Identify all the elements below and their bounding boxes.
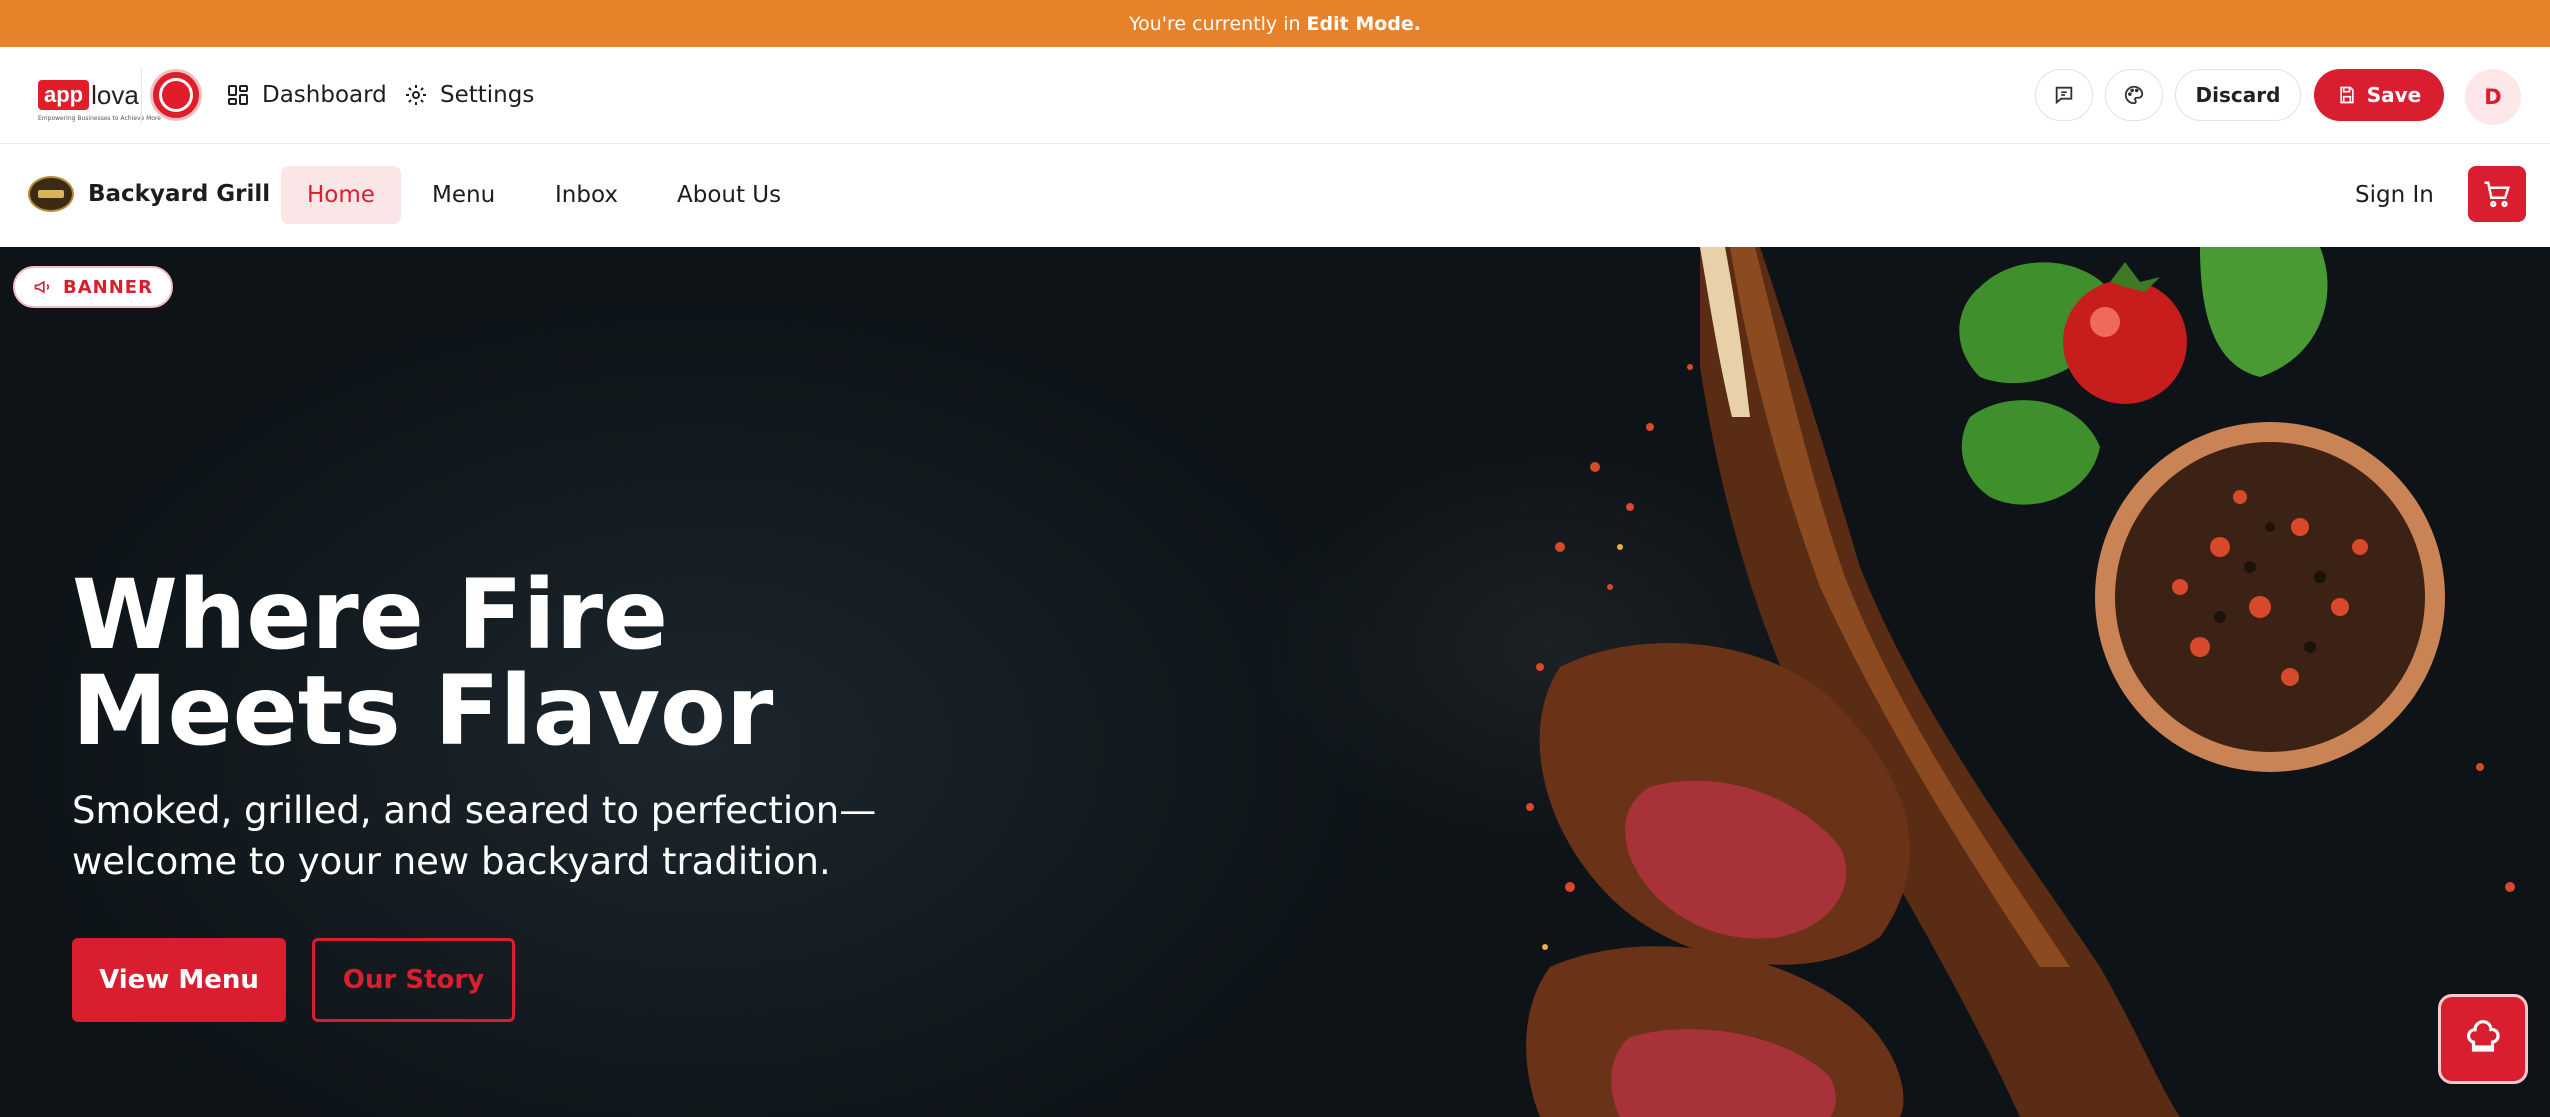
applova-logo-box: app xyxy=(38,80,90,110)
hero-subtitle: Smoked, grilled, and seared to perfectio… xyxy=(72,785,972,887)
save-label: Save xyxy=(2366,83,2422,107)
backyard-grill-logo xyxy=(28,176,74,212)
site-navigation: Backyard Grill Home Menu Inbox About Us … xyxy=(0,144,2550,247)
feedback-button[interactable] xyxy=(2035,69,2093,121)
dashboard-label: Dashboard xyxy=(262,82,387,108)
applova-logo[interactable]: app lova Empowering Businesses to Achiev… xyxy=(38,77,161,122)
restaurant-logo-ring xyxy=(159,78,193,112)
dashboard-icon xyxy=(228,85,248,105)
settings-label: Settings xyxy=(440,82,535,108)
cart-icon xyxy=(2484,181,2510,208)
banner-section-tag[interactable]: BANNER xyxy=(13,266,173,308)
site-brand[interactable]: Backyard Grill xyxy=(28,176,270,212)
applova-logo-text: lova xyxy=(91,79,139,110)
feedback-icon xyxy=(2055,86,2073,105)
hero-subtitle-line-2: welcome to your new backyard tradition. xyxy=(72,840,831,883)
nav-item-inbox[interactable]: Inbox xyxy=(529,166,644,224)
dashboard-link[interactable]: Dashboard xyxy=(226,77,387,113)
megaphone-icon xyxy=(34,280,50,294)
theme-button[interactable] xyxy=(2105,69,2163,121)
palette-icon xyxy=(2124,85,2144,105)
cart-button[interactable] xyxy=(2468,166,2526,222)
user-avatar[interactable]: D xyxy=(2465,69,2521,125)
gear-icon xyxy=(406,85,426,105)
hero-title-line-1: Where Fire xyxy=(72,559,669,671)
hero-title-line-2: Meets Flavor xyxy=(72,655,774,767)
nav-item-menu[interactable]: Menu xyxy=(406,166,521,224)
save-button[interactable]: Save xyxy=(2314,69,2444,121)
hero-subtitle-line-1: Smoked, grilled, and seared to perfectio… xyxy=(72,789,877,832)
discard-button[interactable]: Discard xyxy=(2175,69,2301,121)
applova-tagline: Empowering Businesses to Achieve More xyxy=(38,115,161,122)
brand-name: Backyard Grill xyxy=(88,181,271,207)
chef-assistant-button[interactable] xyxy=(2438,994,2528,1084)
edit-mode-label: Edit Mode. xyxy=(1306,12,1421,35)
hero-banner: BANNER Where Fire Meets Flavor Smoked, g… xyxy=(0,247,2550,1117)
logo-divider xyxy=(141,69,142,123)
admin-header: app lova Empowering Businesses to Achiev… xyxy=(0,47,2550,144)
restaurant-logo xyxy=(150,69,202,121)
nav-item-about-us[interactable]: About Us xyxy=(651,166,807,224)
banner-tag-label: BANNER xyxy=(63,276,153,298)
edit-mode-strip: You're currently in Edit Mode. xyxy=(0,0,2550,47)
logo-plate xyxy=(38,190,64,198)
sign-in-link[interactable]: Sign In xyxy=(2355,166,2434,224)
settings-link[interactable]: Settings xyxy=(404,77,534,113)
chef-hat-icon xyxy=(2466,1020,2500,1052)
our-story-button[interactable]: Our Story xyxy=(312,938,515,1022)
nav-item-home[interactable]: Home xyxy=(281,166,401,224)
hero-food-image xyxy=(1526,247,2515,1117)
hero-title: Where Fire Meets Flavor xyxy=(72,567,1072,759)
save-icon xyxy=(2340,86,2354,104)
edit-mode-prefix: You're currently in xyxy=(1129,12,1301,35)
view-menu-button[interactable]: View Menu xyxy=(72,938,286,1022)
